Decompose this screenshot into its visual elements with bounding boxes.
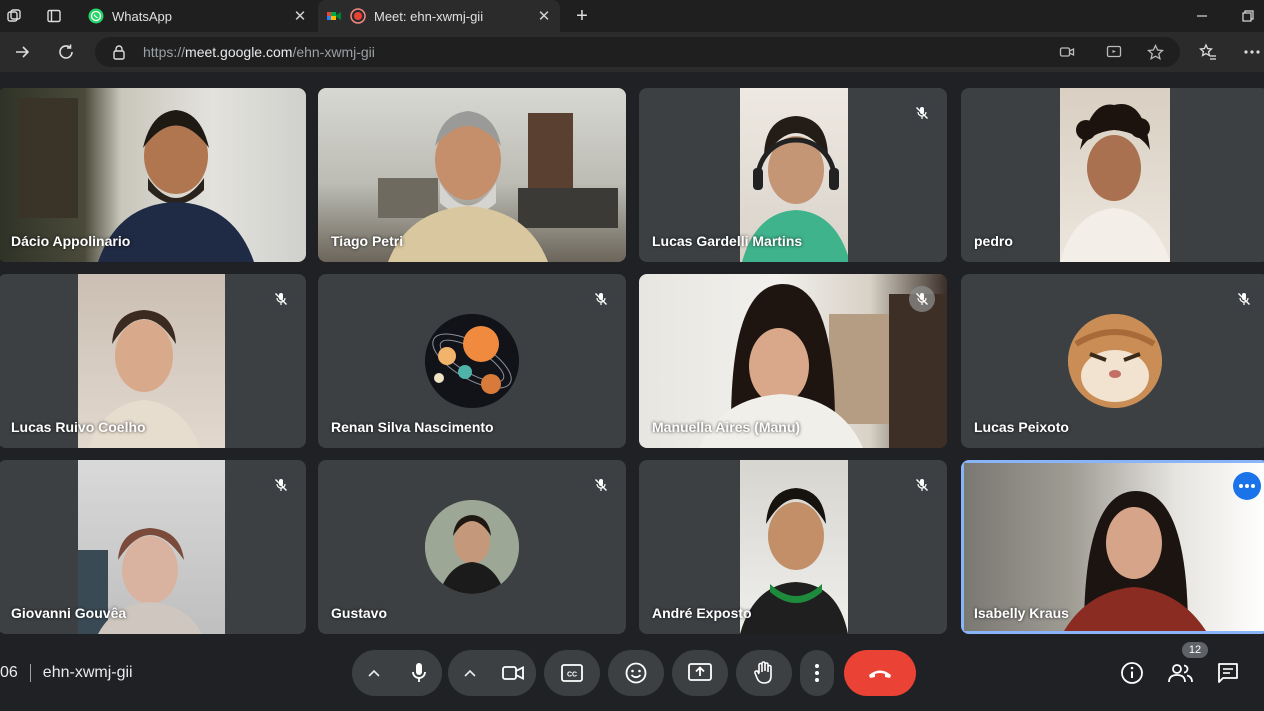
participant-name: Renan Silva Nascimento xyxy=(331,419,494,435)
workspaces-icon[interactable] xyxy=(4,6,24,26)
participant-name: Manuella Aires (Manu) xyxy=(652,419,801,435)
speaking-indicator-icon xyxy=(1233,472,1261,500)
new-tab-icon[interactable]: + xyxy=(570,4,594,28)
microphone-button[interactable] xyxy=(396,650,442,696)
muted-mic-icon xyxy=(268,472,294,498)
present-screen-button[interactable] xyxy=(672,650,728,696)
minimize-icon[interactable] xyxy=(1190,4,1214,28)
chevron-up-icon[interactable] xyxy=(460,663,480,683)
participant-name: Lucas Ruivo Coelho xyxy=(11,419,146,435)
url-path: /ehn-xwmj-gii xyxy=(292,44,375,60)
meeting-details: 06 ehn-xwmj-gii xyxy=(0,664,133,682)
emoji-icon xyxy=(625,662,647,684)
participant-tile[interactable]: pedro xyxy=(961,88,1264,262)
muted-mic-icon xyxy=(909,100,935,126)
muted-mic-icon xyxy=(909,472,935,498)
meeting-info-icon[interactable] xyxy=(1119,660,1145,686)
browser-tab-bar: WhatsApp ✕ Meet: ehn-xwmj-gii ✕ + xyxy=(0,0,1264,32)
camera-button[interactable] xyxy=(490,650,536,696)
muted-mic-icon xyxy=(268,286,294,312)
participant-count-badge: 12 xyxy=(1182,642,1208,658)
captions-button[interactable]: CC xyxy=(544,650,600,696)
whatsapp-icon xyxy=(88,8,104,24)
camera-control xyxy=(448,650,536,696)
participant-name: Lucas Peixoto xyxy=(974,419,1069,435)
closed-captions-icon: CC xyxy=(561,664,583,682)
raise-hand-button[interactable] xyxy=(736,650,792,696)
participant-video xyxy=(1060,88,1170,262)
chevron-up-icon[interactable] xyxy=(364,663,384,683)
video-camera-icon xyxy=(502,666,524,680)
recording-icon xyxy=(350,8,366,24)
close-tab-icon[interactable]: ✕ xyxy=(290,6,310,26)
microphone-icon xyxy=(412,663,426,682)
tab-whatsapp[interactable]: WhatsApp ✕ xyxy=(80,0,316,32)
muted-mic-icon xyxy=(1231,286,1257,312)
muted-mic-icon xyxy=(909,286,935,312)
close-tab-icon[interactable]: ✕ xyxy=(534,6,554,26)
divider xyxy=(29,664,31,682)
participant-tile-speaking[interactable]: Isabelly Kraus xyxy=(961,460,1264,634)
participant-name: Dácio Appolinario xyxy=(11,233,131,249)
meeting-controls-bar: 06 ehn-xwmj-gii CC 12 xyxy=(0,638,1264,711)
participant-name: Isabelly Kraus xyxy=(974,605,1069,621)
participant-name: Lucas Gardelli Martins xyxy=(652,233,803,249)
participant-tile[interactable]: Lucas Gardelli Martins xyxy=(639,88,947,262)
participant-name: Tiago Petri xyxy=(331,233,404,249)
muted-mic-icon xyxy=(588,286,614,312)
participant-name: Gustavo xyxy=(331,605,388,621)
avatar-person xyxy=(425,500,519,594)
lock-icon[interactable] xyxy=(111,44,127,60)
svg-text:CC: CC xyxy=(567,672,577,679)
url-scheme: https:// xyxy=(143,44,186,60)
participant-tile[interactable]: Lucas Ruivo Coelho xyxy=(0,274,306,448)
tab-google-meet[interactable]: Meet: ehn-xwmj-gii ✕ xyxy=(318,0,560,32)
address-bar[interactable]: https://meet.google.com/ehn-xwmj-gii xyxy=(95,37,1180,67)
meeting-clock: 06 xyxy=(0,664,18,681)
avatar-cat xyxy=(1068,314,1162,408)
install-app-icon[interactable] xyxy=(1105,43,1123,61)
google-meet-icon xyxy=(326,8,342,24)
present-icon xyxy=(688,663,712,681)
leave-call-button[interactable] xyxy=(844,650,916,696)
microphone-control xyxy=(352,650,442,696)
meeting-code: ehn-xwmj-gii xyxy=(42,664,133,681)
participant-tile[interactable]: Lucas Peixoto xyxy=(961,274,1264,448)
url-text: https://meet.google.com/ehn-xwmj-gii xyxy=(143,44,375,60)
participant-tile[interactable]: Tiago Petri xyxy=(318,88,626,262)
reactions-button[interactable] xyxy=(608,650,664,696)
forward-icon[interactable] xyxy=(10,40,34,64)
tab-title: WhatsApp xyxy=(112,8,172,24)
hand-icon xyxy=(754,661,772,684)
vertical-dots-icon xyxy=(815,664,819,682)
participant-tile[interactable]: André Exposto xyxy=(639,460,947,634)
restore-icon[interactable] xyxy=(1236,4,1260,28)
hang-up-icon xyxy=(869,670,891,678)
muted-mic-icon xyxy=(588,472,614,498)
participant-video xyxy=(740,460,848,634)
camera-in-use-icon[interactable] xyxy=(1058,43,1076,61)
participant-name: Giovanni Gouvêa xyxy=(11,605,127,621)
tab-actions-icon[interactable] xyxy=(44,6,64,26)
meeting-stage: Dácio Appolinario Tiago Petri Lucas Gard… xyxy=(0,72,1264,638)
refresh-icon[interactable] xyxy=(54,40,78,64)
participant-tile[interactable]: Gustavo xyxy=(318,460,626,634)
more-menu-icon[interactable] xyxy=(1240,40,1264,64)
chat-icon[interactable] xyxy=(1215,660,1241,686)
participant-tile[interactable]: Dácio Appolinario xyxy=(0,88,306,262)
people-icon[interactable] xyxy=(1167,660,1193,686)
participant-tile[interactable]: Renan Silva Nascimento xyxy=(318,274,626,448)
favorite-star-icon[interactable] xyxy=(1146,43,1164,61)
more-options-button[interactable] xyxy=(800,650,834,696)
participant-name: André Exposto xyxy=(652,605,752,621)
participant-name: pedro xyxy=(974,233,1013,249)
url-host: meet.google.com xyxy=(185,44,293,60)
browser-toolbar: https://meet.google.com/ehn-xwmj-gii xyxy=(0,32,1264,72)
favorites-icon[interactable] xyxy=(1196,40,1220,64)
participant-tile[interactable]: Giovanni Gouvêa xyxy=(0,460,306,634)
tab-title: Meet: ehn-xwmj-gii xyxy=(374,8,484,24)
participant-tile[interactable]: Manuella Aires (Manu) xyxy=(639,274,947,448)
avatar-planets xyxy=(425,314,519,408)
